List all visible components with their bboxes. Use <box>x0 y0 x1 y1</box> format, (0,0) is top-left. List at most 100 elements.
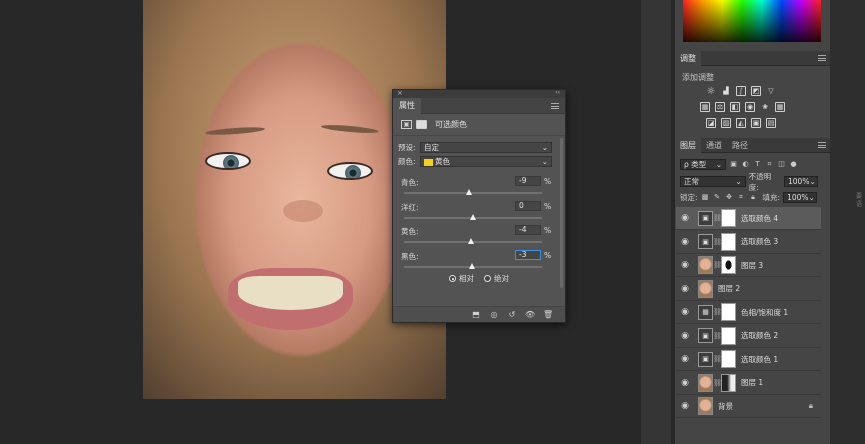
lock-transparent-icon[interactable]: ▩ <box>701 193 710 202</box>
layer-mask-thumbnail[interactable] <box>721 350 736 368</box>
link-icon[interactable]: ⛓︎ <box>713 261 722 269</box>
radio-relative[interactable]: 相对 <box>449 273 474 284</box>
slider-track[interactable] <box>404 192 542 194</box>
slider-thumb[interactable] <box>465 189 472 195</box>
layer-row[interactable]: ◉ ⛓︎ 图层 1 <box>676 372 821 395</box>
tab-adjustments[interactable]: 调整 <box>675 50 701 66</box>
properties-scrollbar[interactable] <box>560 138 563 288</box>
properties-titlebar[interactable]: × ‹‹ <box>393 89 565 98</box>
color-balance-icon[interactable]: ⚖ <box>715 102 725 112</box>
filter-toggle-icon[interactable]: ● <box>789 160 798 169</box>
slider-value-input[interactable]: -9 <box>515 176 541 186</box>
eye-icon[interactable]: ◉ <box>676 284 694 294</box>
eye-icon[interactable]: ◉ <box>676 260 694 270</box>
tab-properties[interactable]: 属性 <box>393 97 421 114</box>
filter-pixel-icon[interactable]: ▣ <box>729 160 738 169</box>
layer-mask-thumbnail[interactable] <box>721 303 736 321</box>
radio-absolute[interactable]: 绝对 <box>484 273 509 284</box>
eye-icon[interactable]: ◉ <box>676 307 694 317</box>
visibility-icon[interactable]: 👁︎ <box>525 310 535 319</box>
exposure-icon[interactable]: ◩ <box>751 86 761 96</box>
lock-all-icon[interactable]: 🔒︎ <box>749 193 758 202</box>
channel-mixer-icon[interactable]: ❀ <box>760 102 770 112</box>
clip-to-layer-icon[interactable]: ⬒ <box>471 310 481 319</box>
slider-thumb[interactable] <box>468 262 475 269</box>
eye-icon[interactable]: ◉ <box>676 213 694 223</box>
panel-menu-icon[interactable] <box>818 55 826 61</box>
blend-mode-dropdown[interactable]: 正常 ⌄ <box>680 176 746 187</box>
eye-icon[interactable]: ◉ <box>676 331 694 341</box>
link-icon[interactable]: ⛓︎ <box>713 379 722 387</box>
layer-row[interactable]: ◉ 图层 2 <box>676 278 821 301</box>
layer-mask-thumbnail[interactable] <box>721 373 736 392</box>
filter-shape-icon[interactable]: ⌗ <box>765 160 774 169</box>
chevron-down-icon: ⌄ <box>541 157 548 166</box>
color-spectrum[interactable] <box>683 0 821 42</box>
radio-absolute-dot[interactable] <box>484 275 491 282</box>
layer-mask-thumbnail[interactable] <box>721 209 736 227</box>
fill-input[interactable]: 100% ⌄ <box>783 192 818 203</box>
filter-adjustment-icon[interactable]: ◐ <box>741 160 750 169</box>
hue-saturation-icon[interactable]: ▦ <box>700 102 710 112</box>
layer-mask-thumbnail[interactable] <box>721 326 736 345</box>
filter-smart-icon[interactable]: ◫ <box>777 160 786 169</box>
layer-row[interactable]: ◉ ▣ ⛓︎ 选取颜色 3 <box>676 231 821 254</box>
eye-icon[interactable]: ◉ <box>676 354 694 364</box>
eye-icon[interactable]: ◉ <box>676 378 694 388</box>
layer-row[interactable]: ◉ ▣ ⛓︎ 选取颜色 4 <box>676 207 821 230</box>
tab-layers[interactable]: 图层 <box>675 137 701 153</box>
close-icon[interactable]: × <box>397 89 403 97</box>
eye-icon[interactable]: ◉ <box>676 237 694 247</box>
trash-icon[interactable]: 🗑︎ <box>543 310 553 319</box>
kind-filter-dropdown[interactable]: ρ 类型 ⌄ <box>680 159 726 170</box>
slider-1: 洋红: 0% <box>398 200 552 226</box>
layer-row[interactable]: ◉ 背景 🔒︎ <box>676 395 821 418</box>
collapse-icon[interactable]: ‹‹ <box>555 89 560 96</box>
selective-color-icon[interactable]: ▣ <box>751 118 761 128</box>
slider-thumb[interactable] <box>467 238 474 244</box>
layer-row[interactable]: ◉ ⛓︎ 图层 3 <box>676 254 821 277</box>
layer-mask-thumbnail[interactable] <box>721 232 736 251</box>
tab-paths[interactable]: 路径 <box>727 138 753 153</box>
layer-thumbnail <box>698 397 713 415</box>
link-icon[interactable]: ⛓︎ <box>713 355 722 363</box>
reset-icon[interactable]: ↺ <box>507 310 517 319</box>
slider-value-input[interactable]: 0 <box>515 200 541 211</box>
invert-icon[interactable]: ◪ <box>706 118 716 128</box>
levels-icon[interactable]: ▟ <box>721 86 731 96</box>
link-icon[interactable]: ⛓︎ <box>713 238 722 246</box>
properties-menu-icon[interactable] <box>551 102 559 109</box>
lock-paint-icon[interactable]: ✎ <box>713 193 722 202</box>
link-icon[interactable]: ⛓︎ <box>713 308 722 316</box>
slider-value-input[interactable]: -4 <box>515 225 541 235</box>
color-lookup-icon[interactable]: ▦ <box>775 102 785 112</box>
black-white-icon[interactable]: ◧ <box>730 102 740 112</box>
curves-icon[interactable]: ∫ <box>736 86 746 96</box>
mask-icon[interactable] <box>416 120 427 129</box>
radio-relative-dot[interactable] <box>449 275 456 282</box>
threshold-icon[interactable]: ◭ <box>736 118 746 128</box>
lock-artboard-icon[interactable]: ⌗ <box>737 193 746 202</box>
gradient-map-icon[interactable]: ▤ <box>766 118 776 128</box>
layer-row[interactable]: ◉ ▣ ⛓︎ 选取颜色 1 <box>676 348 821 371</box>
link-icon[interactable]: ⛓︎ <box>713 332 722 340</box>
layers-menu-icon[interactable] <box>818 142 826 148</box>
slider-value-input[interactable]: -3 <box>515 249 541 260</box>
opacity-input[interactable]: 100% ⌄ <box>784 176 818 187</box>
eye-icon[interactable]: ◉ <box>676 401 694 411</box>
slider-thumb[interactable] <box>470 213 476 220</box>
photo-filter-icon[interactable]: ◉ <box>745 102 755 112</box>
posterize-icon[interactable]: ▨ <box>721 118 731 128</box>
layer-mask-thumbnail[interactable] <box>721 256 736 274</box>
preset-select[interactable]: 自定 ⌄ <box>420 142 552 153</box>
view-previous-icon[interactable]: ◎ <box>489 310 499 319</box>
tab-channels[interactable]: 通道 <box>701 138 727 153</box>
brightness-icon[interactable]: ☼ <box>706 86 716 97</box>
lock-move-icon[interactable]: ✥ <box>725 193 734 202</box>
link-icon[interactable]: ⛓︎ <box>713 214 722 222</box>
layer-row[interactable]: ◉ ▦ ⛓︎ 色相/饱和度 1 <box>676 301 821 324</box>
layer-row[interactable]: ◉ ▣ ⛓︎ 选取颜色 2 <box>676 325 821 348</box>
filter-type-icon[interactable]: T <box>753 160 762 169</box>
color-select[interactable]: 黄色 ⌄ <box>420 156 552 167</box>
vibrance-icon[interactable]: ▽ <box>766 86 776 96</box>
